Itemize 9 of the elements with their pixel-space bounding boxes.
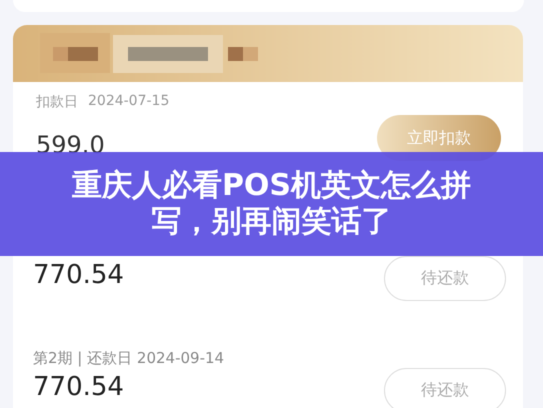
installment-amount: 770.54 bbox=[33, 260, 124, 290]
deduct-date: 2024-07-15 bbox=[88, 93, 170, 111]
deduct-date-label: 扣款日 bbox=[36, 93, 78, 111]
installment-amount: 770.54 bbox=[33, 372, 124, 402]
installment-label: 第2期 | 还款日 2024-09-14 bbox=[33, 349, 226, 369]
amount: 599.0 bbox=[36, 131, 105, 159]
pending-repayment-button[interactable]: 待还款 bbox=[384, 256, 506, 301]
pending-repayment-button[interactable]: 待还款 bbox=[384, 368, 506, 408]
banner-title: 重庆人必看POS机英文怎么拼写，别再闹笑话了 bbox=[70, 168, 472, 240]
